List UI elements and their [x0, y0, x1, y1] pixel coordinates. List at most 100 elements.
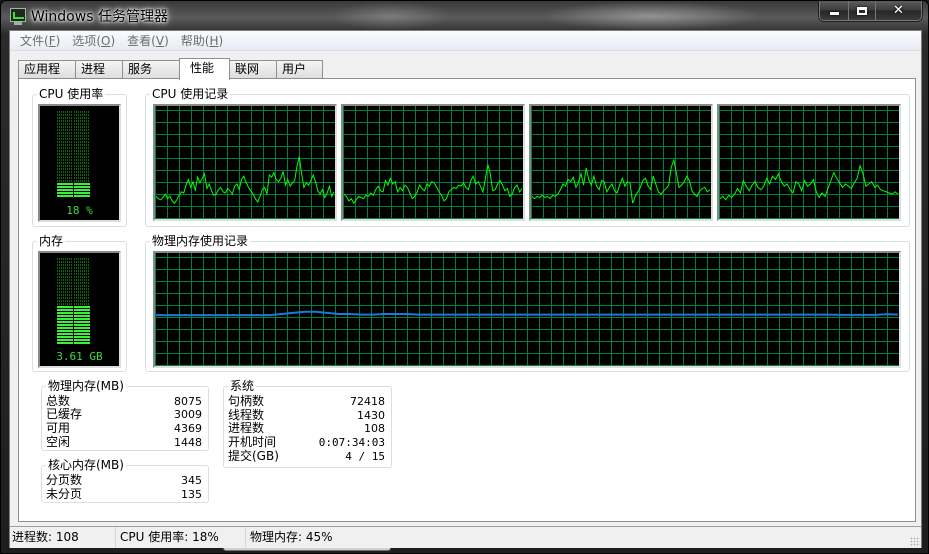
graph-canvas	[343, 106, 523, 219]
cpu-usage-title: CPU 使用率	[37, 87, 106, 101]
meter-segment	[74, 315, 90, 317]
physical-memory-title: 物理内存(MB)	[46, 379, 126, 393]
stat-label: 分页数	[46, 473, 83, 487]
meter-segment	[74, 318, 90, 320]
meter-segment	[57, 324, 73, 326]
meter-segment	[74, 120, 90, 122]
meter-segment	[74, 180, 90, 182]
meter-segment	[57, 309, 73, 311]
meter-segment	[74, 327, 90, 329]
cpu-core-graph	[153, 104, 337, 221]
graph-grid	[719, 106, 899, 219]
tab-processes[interactable]: 进程	[75, 60, 123, 79]
title-bar[interactable]: Windows 任务管理器 ✕	[1, 1, 928, 29]
meter-segment	[57, 315, 73, 317]
tab-users[interactable]: 用户	[276, 60, 323, 79]
tab-performance[interactable]: 性能	[179, 58, 230, 80]
meter-segment	[74, 264, 90, 266]
caption-buttons: ✕	[819, 1, 922, 21]
resize-grip[interactable]	[910, 537, 920, 547]
status-physical-memory: 物理内存: 45%	[250, 530, 333, 544]
meter-segment	[57, 129, 73, 131]
stat-row: 句柄数 72418	[228, 394, 385, 409]
client-area: 文件(F) 选项(O) 查看(V) 帮助(H) 应用程序 进程 服务 性能 联网…	[9, 30, 922, 551]
meter-segment	[74, 306, 90, 308]
meter-segment	[57, 195, 73, 197]
status-cpu-usage: CPU 使用率: 18%	[116, 527, 246, 548]
cpu-history-group: CPU 使用记录	[145, 87, 910, 227]
memory-meter: 3.61 GB	[38, 251, 121, 368]
memory-group: 内存 3.61 GB	[32, 234, 127, 372]
memory-history-title: 物理内存使用记录	[150, 234, 251, 248]
performance-panel: CPU 使用率 18 % CPU 使用记录 内存 3.61 GB 物理内存使用记…	[18, 78, 916, 551]
stat-value: 108	[364, 422, 385, 435]
stat-row: 可用 4369	[46, 422, 202, 436]
status-processes: 进程数: 108	[10, 527, 116, 548]
meter-segment	[74, 141, 90, 143]
minimize-button[interactable]	[820, 1, 848, 20]
meter-segment	[57, 138, 73, 140]
menu-view[interactable]: 查看(V)	[121, 31, 175, 51]
menu-file[interactable]: 文件(F)	[14, 31, 66, 51]
stat-label: 句柄数	[228, 394, 265, 408]
meter-segment	[57, 270, 73, 272]
meter-segment	[74, 339, 90, 341]
cpu-history-title: CPU 使用记录	[150, 87, 231, 101]
meter-segment	[74, 279, 90, 281]
meter-segment	[74, 312, 90, 314]
memory-title: 内存	[37, 234, 66, 248]
menu-accelerator: V	[155, 33, 165, 48]
meter-segment	[57, 153, 73, 155]
tab-services[interactable]: 服务	[122, 60, 180, 79]
meter-segment	[57, 189, 73, 191]
meter-segment	[57, 276, 73, 278]
graph-canvas	[719, 106, 899, 219]
meter-segment	[74, 273, 90, 275]
meter-segment	[57, 288, 73, 290]
maximize-icon	[857, 6, 867, 15]
menu-help[interactable]: 帮助(H)	[175, 31, 229, 51]
stat-label: 提交(GB)	[228, 449, 279, 463]
memory-history-group: 物理内存使用记录	[145, 234, 910, 372]
meter-segment	[74, 270, 90, 272]
kernel-memory-group: 核心内存(MB) 分页数 345 未分页 135	[41, 458, 209, 503]
stat-row: 进程数 108	[228, 422, 385, 436]
tab-networking[interactable]: 联网	[229, 60, 277, 79]
meter-segment	[74, 135, 90, 137]
meter-segment	[57, 267, 73, 269]
cpu-usage-group: CPU 使用率 18 %	[32, 87, 127, 227]
stat-label: 未分页	[46, 487, 83, 501]
maximize-button[interactable]	[848, 1, 875, 20]
cpu-usage-meter: 18 %	[38, 104, 121, 222]
meter-segment	[74, 153, 90, 155]
meter-segment	[57, 186, 73, 188]
meter-segment	[74, 300, 90, 302]
graph-canvas	[155, 106, 335, 219]
meter-segment	[74, 123, 90, 125]
meter-segment	[74, 291, 90, 293]
menu-options[interactable]: 选项(O)	[66, 31, 121, 51]
stat-value: 3009	[174, 408, 202, 421]
meter-segment	[57, 111, 73, 113]
stat-row: 未分页 135	[46, 487, 202, 502]
stat-value: 1430	[357, 409, 385, 422]
meter-segment	[57, 318, 73, 320]
menu-label: 查看	[127, 33, 152, 48]
tab-applications[interactable]: 应用程序	[18, 60, 76, 93]
stat-label: 空闲	[46, 435, 71, 449]
close-button[interactable]: ✕	[875, 1, 921, 20]
meter-segment	[57, 339, 73, 341]
stat-row: 分页数 345	[46, 473, 202, 488]
status-bar: 进程数: 108 CPU 使用率: 18% 物理内存: 45%	[10, 526, 921, 548]
stat-label: 已缓存	[46, 407, 83, 421]
stat-value: 0:07:34:03	[318, 436, 385, 449]
meter-segment	[74, 150, 90, 152]
memory-value: 3.61 GB	[56, 350, 103, 363]
meter-segment	[74, 117, 90, 119]
meter-segment	[74, 144, 90, 146]
meter-segment	[57, 279, 73, 281]
meter-segment	[74, 168, 90, 170]
meter-segment	[74, 189, 90, 191]
meter-segment	[74, 195, 90, 197]
meter-segment	[57, 123, 73, 125]
